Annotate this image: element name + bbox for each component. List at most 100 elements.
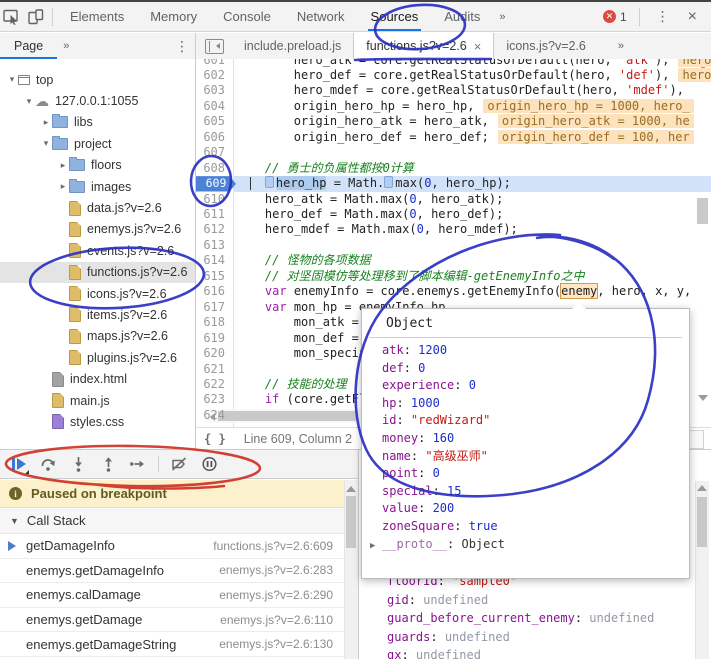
scope-scrollbar[interactable] xyxy=(695,481,709,659)
gutter-line-number[interactable]: 618 xyxy=(196,315,225,330)
gutter-line-number[interactable]: 607 xyxy=(196,145,225,160)
tree-item-floors[interactable]: ▸floors xyxy=(0,155,195,176)
kebab-menu-icon[interactable]: ⋮ xyxy=(652,8,674,25)
scrollbar-thumb[interactable] xyxy=(697,198,708,224)
inspect-element-icon[interactable] xyxy=(0,7,24,27)
tree-item-icons-js-v-2-6[interactable]: icons.js?v=2.6 xyxy=(0,283,195,304)
tree-item-functions-js-v-2-6[interactable]: functions.js?v=2.6 xyxy=(0,262,195,283)
object-property[interactable]: ▶__proto__: Object xyxy=(382,536,689,554)
panel-tab-network[interactable]: Network xyxy=(284,2,358,31)
tree-item-top[interactable]: ▾top xyxy=(0,69,195,90)
scope-property[interactable]: gx: undefined xyxy=(387,646,654,659)
panel-tab-console[interactable]: Console xyxy=(210,2,284,31)
panel-tab-sources[interactable]: Sources xyxy=(358,2,432,31)
close-tab-icon[interactable]: × xyxy=(474,39,482,54)
pane-divider[interactable] xyxy=(358,450,359,659)
step-out-button[interactable] xyxy=(96,453,120,475)
tree-item-project[interactable]: ▾project xyxy=(0,133,195,154)
navigator-overflow-icon[interactable]: » xyxy=(57,40,75,52)
panel-tabs-overflow-icon[interactable]: » xyxy=(493,11,511,23)
scroll-down-icon[interactable] xyxy=(698,395,708,401)
device-toolbar-icon[interactable] xyxy=(24,7,48,27)
close-icon[interactable]: × xyxy=(682,8,703,26)
gutter-line-number[interactable]: 624 xyxy=(196,408,225,423)
tree-item-images[interactable]: ▸images xyxy=(0,176,195,197)
tree-item-main-js[interactable]: main.js xyxy=(0,390,195,411)
chevron-collapsed-icon[interactable]: ▸ xyxy=(57,160,69,171)
gutter-line-number[interactable]: 606 xyxy=(196,130,225,145)
resume-button[interactable] xyxy=(6,453,30,475)
scrollbar-thumb[interactable] xyxy=(697,497,707,547)
gutter-line-number[interactable]: 616 xyxy=(196,284,225,299)
gutter-line-number[interactable]: 619 xyxy=(196,331,225,346)
scope-property[interactable]: guards: undefined xyxy=(387,628,654,647)
gutter-line-number[interactable]: 611 xyxy=(196,207,225,222)
tree-item-enemys-js-v-2-6[interactable]: enemys.js?v=2.6 xyxy=(0,219,195,240)
scroll-up-icon[interactable] xyxy=(346,486,356,492)
call-stack-frame[interactable]: enemys.calDamageenemys.js?v=2.6:290 xyxy=(0,583,347,608)
gutter-line-number[interactable]: 620 xyxy=(196,346,225,361)
gutter-line-number[interactable]: 613 xyxy=(196,238,225,253)
tree-item-styles-css[interactable]: styles.css xyxy=(0,411,195,432)
collapse-navigator-icon[interactable] xyxy=(205,39,224,54)
navigator-kebab-icon[interactable]: ⋮ xyxy=(171,38,195,55)
scope-property[interactable]: gid: undefined xyxy=(387,591,654,610)
gutter-line-number[interactable]: 623 xyxy=(196,392,225,407)
editor-tab[interactable]: icons.js?v=2.6 xyxy=(494,33,598,59)
chevron-expanded-icon[interactable]: ▾ xyxy=(40,138,52,149)
tree-item-data-js-v-2-6[interactable]: data.js?v=2.6 xyxy=(0,197,195,218)
editor-vertical-scrollbar[interactable] xyxy=(696,59,711,407)
call-stack-header[interactable]: ▼ Call Stack xyxy=(0,508,358,534)
tree-item-libs[interactable]: ▸libs xyxy=(0,112,195,133)
gutter-line-number[interactable]: 612 xyxy=(196,222,225,237)
call-stack-frame[interactable]: enemys.getDamageenemys.js?v=2.6:110 xyxy=(0,608,347,633)
editor-tab[interactable]: functions.js?v=2.6× xyxy=(353,33,494,59)
gutter-line-number[interactable]: 621 xyxy=(196,362,225,377)
panel-tab-elements[interactable]: Elements xyxy=(57,2,137,31)
inline-step-marker[interactable] xyxy=(384,176,393,188)
gutter-line-number[interactable]: 605 xyxy=(196,114,225,129)
tree-item-index-html[interactable]: index.html xyxy=(0,368,195,389)
gutter-line-number[interactable]: 608 xyxy=(196,161,225,176)
editor-tab[interactable]: include.preload.js xyxy=(232,33,353,59)
gutter-line-number[interactable]: 602 xyxy=(196,68,225,83)
inline-step-marker[interactable] xyxy=(265,176,274,188)
call-stack-frame[interactable]: enemys.getDamageInfoenemys.js?v=2.6:283 xyxy=(0,559,347,584)
code-line: hero_mdef = Math.max(0, hero_mdef); xyxy=(236,222,689,237)
gutter-line-number[interactable]: 603 xyxy=(196,83,225,98)
tree-item-items-js-v-2-6[interactable]: items.js?v=2.6 xyxy=(0,304,195,325)
tree-item-127-0-0-1-1055[interactable]: ▾☁127.0.0.1:1055 xyxy=(0,90,195,111)
chevron-collapsed-icon[interactable]: ▸ xyxy=(57,181,69,192)
callstack-scrollbar[interactable] xyxy=(344,480,358,659)
step-over-button[interactable] xyxy=(36,453,60,475)
scrollbar-thumb[interactable] xyxy=(346,496,356,548)
step-button[interactable] xyxy=(126,453,150,475)
error-badge[interactable]: ✕ 1 xyxy=(603,10,627,24)
gutter-line-number[interactable]: 614 xyxy=(196,253,225,268)
chevron-collapsed-icon[interactable]: ▸ xyxy=(40,117,52,128)
chevron-expanded-icon[interactable]: ▾ xyxy=(23,96,35,107)
gutter-line-number[interactable]: 622 xyxy=(196,377,225,392)
gutter-line-number[interactable]: 604 xyxy=(196,99,225,114)
chevron-collapsed-icon[interactable]: ▶ xyxy=(370,538,382,556)
gutter-line-number[interactable]: 601 xyxy=(196,59,225,68)
call-stack-frame[interactable]: getDamageInfofunctions.js?v=2.6:609 xyxy=(0,534,347,559)
scroll-up-icon[interactable] xyxy=(697,485,707,491)
pause-on-exceptions-button[interactable] xyxy=(197,453,221,475)
gutter-line-number[interactable]: 617 xyxy=(196,300,225,315)
tree-item-plugins-js-v-2-6[interactable]: plugins.js?v=2.6 xyxy=(0,347,195,368)
tree-item-maps-js-v-2-6[interactable]: maps.js?v=2.6 xyxy=(0,326,195,347)
gutter-line-number[interactable]: 615 xyxy=(196,269,225,284)
step-into-button[interactable] xyxy=(66,453,90,475)
panel-tab-memory[interactable]: Memory xyxy=(137,2,210,31)
scope-property[interactable]: guard_before_current_enemy: undefined xyxy=(387,609,654,628)
panel-tab-audits[interactable]: Audits xyxy=(431,2,493,31)
gutter-line-number[interactable]: 610 xyxy=(196,192,225,207)
editor-tabs-overflow-icon[interactable]: » xyxy=(612,40,630,52)
tab-page[interactable]: Page xyxy=(0,33,57,59)
pretty-print-icon[interactable]: { } xyxy=(204,432,226,446)
tree-item-events-js-v-2-6[interactable]: events.js?v=2.6 xyxy=(0,240,195,261)
call-stack-frame[interactable]: enemys.getDamageStringenemys.js?v=2.6:13… xyxy=(0,632,347,657)
chevron-expanded-icon[interactable]: ▾ xyxy=(6,74,18,85)
deactivate-breakpoints-button[interactable] xyxy=(167,453,191,475)
